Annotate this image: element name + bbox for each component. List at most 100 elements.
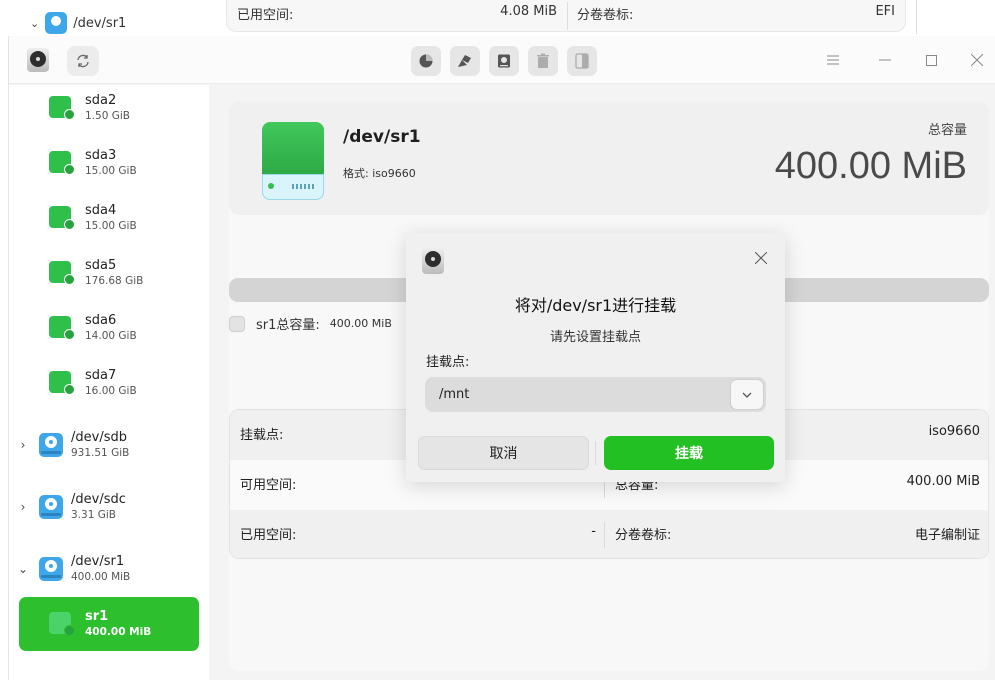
sidebar-item-sr1-selected[interactable]: sr1 400.00 MiB: [19, 597, 199, 651]
cancel-button[interactable]: 取消: [418, 436, 589, 470]
background-volume-label: 分卷卷标:: [577, 8, 634, 23]
partition-size: 15.00 GiB: [85, 165, 137, 177]
mount-point-label: 挂载点:: [240, 428, 284, 443]
menu-icon: [827, 55, 839, 65]
minimize-button[interactable]: [873, 48, 897, 72]
disk-name: /dev/sdc: [71, 492, 126, 507]
mount-icon: [498, 54, 510, 68]
background-volume-value: EFI: [875, 4, 895, 19]
partition-icon: [49, 261, 75, 285]
mount-point-value: /mnt: [439, 387, 470, 402]
app-logo-icon: [27, 48, 49, 72]
mount-point-select[interactable]: /mnt: [425, 377, 766, 412]
device-sidebar: sda2 1.50 GiB sda3 15.00 GiB sda4 15.00 GiB…: [9, 85, 209, 680]
sidebar-item-sda6[interactable]: sda6 14.00 GiB: [49, 313, 137, 343]
background-used-value: 4.08 MiB: [500, 4, 557, 19]
total-capacity-value: 400.00 MiB: [906, 474, 980, 489]
titlebar: [9, 36, 995, 84]
sidebar-item-dev-sr1[interactable]: ⌄ /dev/sr1 400.00 MiB: [15, 554, 130, 584]
device-format: 格式: iso9660: [343, 167, 416, 180]
device-summary: /dev/sr1 格式: iso9660 总容量 400.00 MiB: [229, 101, 989, 215]
partition-name: sda2: [85, 93, 117, 108]
free-space-label: 可用空间:: [240, 478, 297, 493]
disk-icon: [39, 557, 63, 581]
disk-name: /dev/sr1: [71, 554, 125, 569]
partition-button[interactable]: [411, 46, 441, 76]
partition-icon: [49, 151, 75, 175]
partition-size: 14.00 GiB: [85, 330, 137, 342]
sidebar-item-sda3[interactable]: sda3 15.00 GiB: [49, 148, 137, 178]
sidebar-item-sda5[interactable]: sda5 176.68 GiB: [49, 258, 143, 288]
mount-dialog: 将对/dev/sr1进行挂载 请先设置挂载点 挂载点: /mnt 取消 挂载: [406, 233, 785, 482]
disk-size: 400.00 MiB: [71, 571, 131, 583]
partition-size: 176.68 GiB: [85, 275, 144, 287]
dialog-subtitle: 请先设置挂载点: [549, 330, 641, 345]
wipe-button[interactable]: [450, 46, 480, 76]
used-space-value: -: [591, 524, 596, 539]
split-button[interactable]: [567, 46, 597, 76]
chevron-down-icon[interactable]: ⌄: [15, 562, 31, 576]
sidebar-item-dev-sdc[interactable]: › /dev/sdc 3.31 GiB: [15, 492, 126, 522]
chevron-right-icon[interactable]: ›: [15, 438, 31, 452]
sidebar-item-sda7[interactable]: sda7 16.00 GiB: [49, 368, 137, 398]
button-divider: [595, 441, 596, 465]
table-row: 已用空间: - 分卷卷标: 电子编制证: [230, 510, 988, 558]
sidebar-item-dev-sdb[interactable]: › /dev/sdb 931.51 GiB: [15, 430, 130, 460]
pie-chart-icon: [419, 54, 433, 68]
volume-label-value: 电子编制证: [914, 528, 980, 543]
partition-name: sda4: [85, 203, 117, 218]
partition-size: 400.00 MiB: [85, 626, 152, 638]
disk-icon: [39, 433, 63, 457]
close-button[interactable]: [965, 48, 989, 72]
partition-size: 1.50 GiB: [85, 110, 130, 122]
partition-icon: [49, 96, 75, 120]
disk-name: /dev/sdb: [71, 430, 127, 445]
column-divider: [604, 522, 605, 548]
background-info-card: 已用空间: 4.08 MiB 分卷卷标: EFI: [226, 0, 906, 32]
mount-button[interactable]: [489, 46, 519, 76]
dropdown-button[interactable]: [730, 379, 764, 410]
mount-point-field-label: 挂载点:: [426, 355, 470, 370]
disk-size: 3.31 GiB: [71, 509, 116, 521]
sidebar-item-sda4[interactable]: sda4 15.00 GiB: [49, 203, 137, 233]
maximize-button[interactable]: [919, 48, 943, 72]
partition-name: sda7: [85, 368, 117, 383]
capacity-value: 400.00 MiB: [774, 145, 967, 187]
disk-size: 931.51 GiB: [71, 447, 130, 459]
dialog-close-button[interactable]: [751, 248, 771, 268]
device-name: /dev/sr1: [343, 127, 421, 147]
legend-label: sr1总容量:: [256, 318, 320, 333]
refresh-icon: [77, 54, 89, 68]
legend-swatch: [229, 315, 245, 332]
capacity-label: 总容量: [927, 123, 967, 138]
refresh-button[interactable]: [67, 46, 99, 76]
partition-name: sda6: [85, 313, 117, 328]
menu-button[interactable]: [821, 48, 845, 72]
maximize-icon: [925, 54, 937, 66]
partition-icon: [49, 371, 75, 395]
partition-icon: [49, 206, 75, 230]
partition-icon: [49, 316, 75, 340]
partition-size: 15.00 GiB: [85, 220, 137, 232]
background-tree-label: /dev/sr1: [73, 15, 127, 31]
close-icon: [755, 252, 767, 264]
chevron-down-icon: [742, 392, 752, 398]
minimize-icon: [879, 59, 891, 61]
chevron-right-icon[interactable]: ›: [15, 500, 31, 514]
background-divider-line: [916, 0, 917, 34]
close-icon: [971, 54, 983, 66]
partition-name: sda5: [85, 258, 117, 273]
drive-icon: [262, 122, 324, 200]
delete-button[interactable]: [528, 46, 558, 76]
sidebar-item-sda2[interactable]: sda2 1.50 GiB: [49, 93, 130, 123]
mount-confirm-button[interactable]: 挂载: [604, 436, 774, 470]
partition-icon: [49, 612, 75, 636]
format-brush-icon: [458, 55, 471, 67]
capacity-legend: sr1总容量: 400.00 MiB: [229, 314, 392, 333]
legend-value: 400.00 MiB: [329, 317, 392, 330]
delete-icon: [537, 53, 549, 68]
disk-icon: [45, 12, 68, 34]
partition-name: sr1: [85, 609, 109, 624]
chevron-down-icon: ⌄: [30, 16, 40, 30]
partition-size: 16.00 GiB: [85, 385, 137, 397]
